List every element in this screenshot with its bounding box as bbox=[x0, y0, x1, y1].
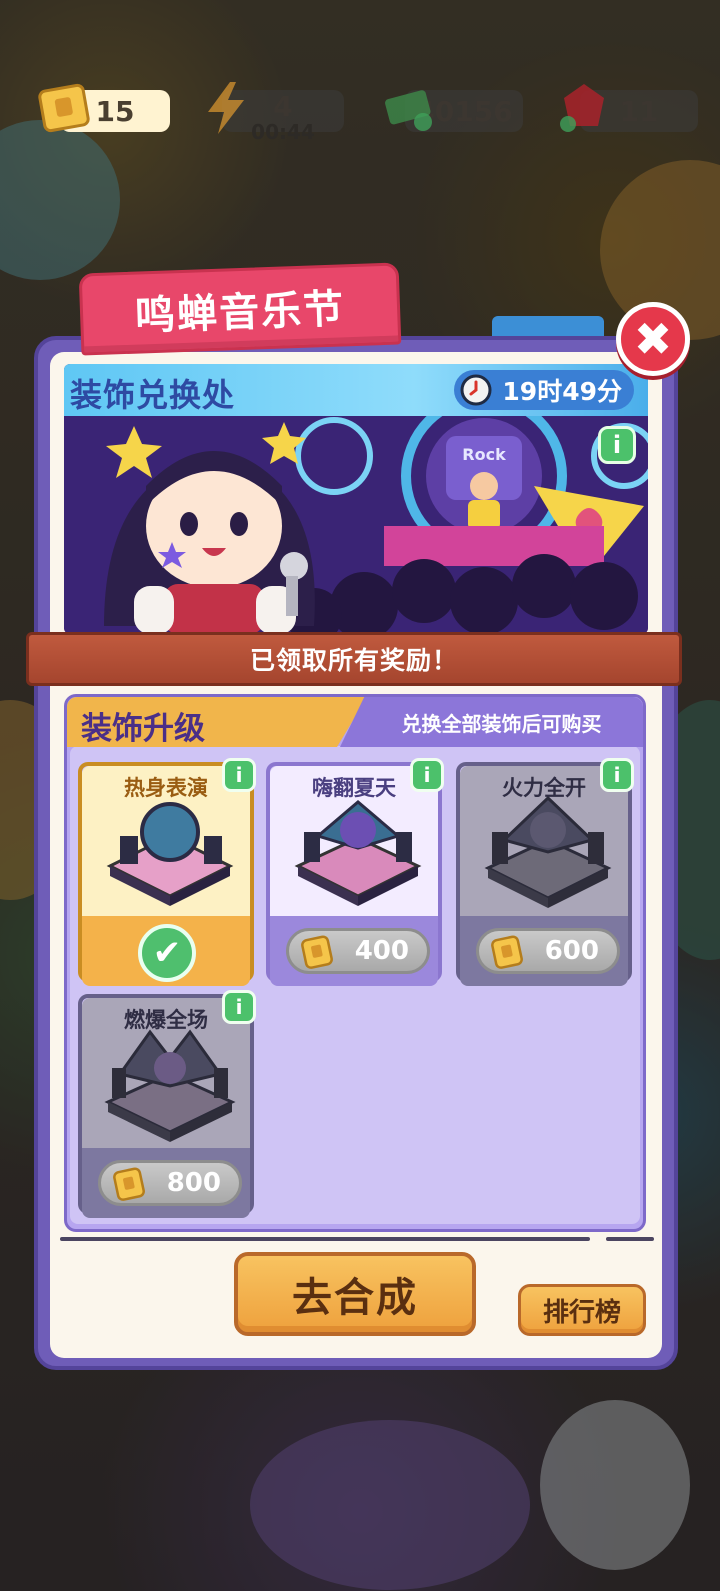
energy-counter[interactable]: 4 00:44 bbox=[208, 82, 344, 144]
decoration-card[interactable]: 嗨翻夏天 i 400 bbox=[266, 758, 444, 986]
ticket-icon bbox=[301, 935, 333, 969]
price-value: 400 bbox=[354, 936, 409, 966]
price-value: 600 bbox=[544, 936, 599, 966]
tickets-value: 15 bbox=[95, 94, 135, 128]
event-time-left: 19时49分 bbox=[502, 377, 622, 406]
clock-icon bbox=[460, 374, 492, 406]
decoration-card[interactable]: 火力全开 i 600 bbox=[456, 758, 634, 986]
stage-model-image bbox=[484, 796, 612, 908]
event-banner: Rock 装饰兑换处 19时49分 i bbox=[64, 364, 648, 634]
price-value: 800 bbox=[166, 1168, 221, 1198]
banner-title: 装饰兑换处 bbox=[70, 376, 236, 414]
owned-check-icon: ✔ bbox=[138, 924, 196, 982]
cash-counter[interactable]: 40156 bbox=[385, 90, 523, 132]
gems-value: 11 bbox=[619, 94, 659, 128]
close-button[interactable]: ✖ bbox=[616, 302, 690, 376]
tickets-counter[interactable]: 15 bbox=[38, 83, 170, 133]
info-icon[interactable]: i bbox=[410, 758, 444, 792]
cash-icon bbox=[385, 90, 432, 131]
decoration-card[interactable]: 燃爆全场 i 800 bbox=[78, 990, 256, 1218]
gem-icon bbox=[560, 84, 604, 132]
ticket-icon bbox=[491, 935, 523, 969]
decoration-card[interactable]: 热身表演 i ✔ bbox=[78, 758, 256, 986]
banner-illustration: Rock bbox=[64, 416, 648, 634]
info-icon[interactable]: i bbox=[600, 758, 634, 792]
stage-model-image bbox=[294, 800, 422, 906]
ticket-icon bbox=[113, 1167, 145, 1201]
rock-sign: Rock bbox=[462, 445, 506, 464]
rewards-claimed-banner: 已领取所有奖励！ bbox=[26, 632, 682, 686]
buy-button[interactable]: 800 bbox=[98, 1160, 242, 1206]
event-title: 鸣蝉音乐节 bbox=[78, 262, 402, 356]
divider bbox=[606, 1237, 654, 1241]
ticket-icon bbox=[38, 83, 90, 133]
divider bbox=[60, 1237, 590, 1241]
stage-model-image bbox=[104, 1029, 236, 1142]
stage-model-image bbox=[106, 802, 234, 906]
buy-button[interactable]: 600 bbox=[476, 928, 620, 974]
leaderboard-button[interactable]: 排行榜 bbox=[518, 1284, 646, 1336]
go-merge-button[interactable]: 去合成 bbox=[234, 1252, 476, 1336]
info-icon[interactable]: i bbox=[222, 758, 256, 792]
gems-counter[interactable]: 11 bbox=[560, 84, 698, 132]
info-icon[interactable]: i bbox=[598, 426, 636, 464]
energy-value: 4 bbox=[273, 89, 293, 123]
upgrade-heading: 装饰升级 bbox=[67, 697, 367, 747]
info-icon[interactable]: i bbox=[222, 990, 256, 1024]
event-timer: 19时49分 bbox=[454, 370, 634, 410]
lightning-icon bbox=[208, 82, 244, 134]
buy-button[interactable]: 400 bbox=[286, 928, 430, 974]
upgrade-notice: 兑换全部装饰后可购买 bbox=[340, 697, 643, 747]
energy-timer: 00:44 bbox=[251, 120, 315, 144]
